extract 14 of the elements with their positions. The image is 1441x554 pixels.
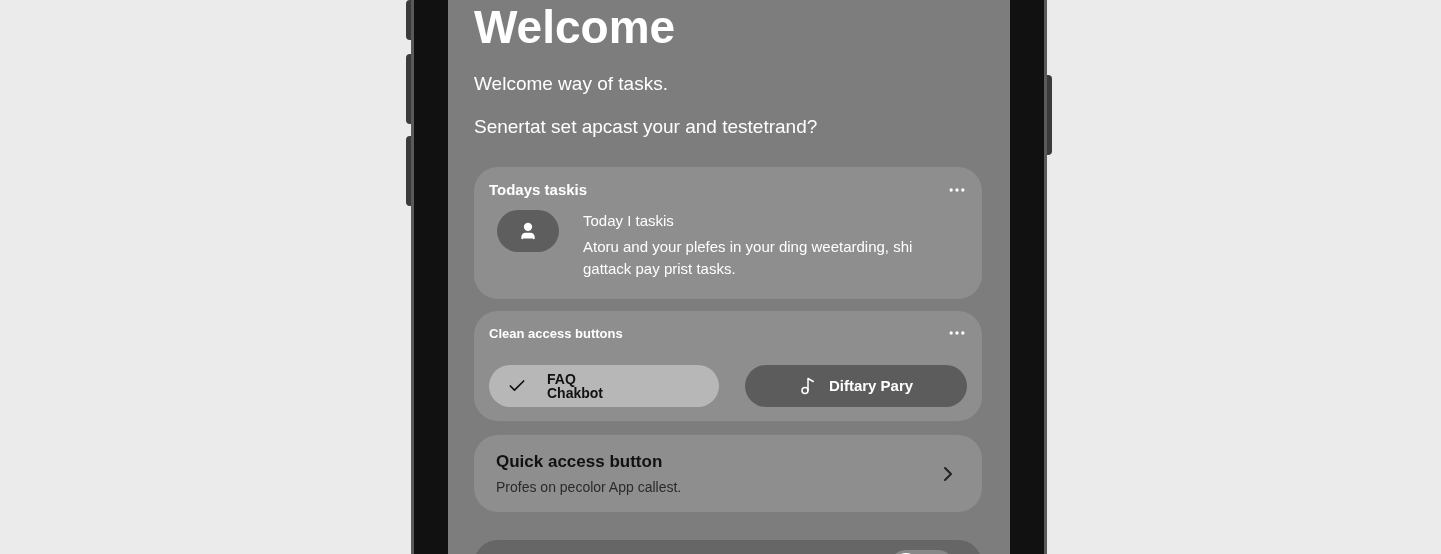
card-title: Clean access buttons (489, 324, 623, 343)
intro-text: Senertat set apcast your and testetrand? (474, 114, 818, 139)
music-icon (798, 377, 817, 396)
access-button[interactable]: FAQ Chakbot (489, 365, 719, 408)
avatar-icon (497, 209, 559, 252)
quick-title: Quick access button (496, 451, 664, 474)
card-title: Todays taskis (489, 180, 588, 200)
task-title: Today I taskis (583, 210, 675, 231)
access-button[interactable]: Diftary Pary (745, 365, 967, 408)
welcome-title: Welcome (474, 4, 676, 50)
quick-access-card[interactable]: Quick access button Profes on pecolor App callest. (474, 434, 982, 513)
quick-subtitle: Profes on pecolor App callest. (496, 477, 682, 497)
intro-text: Welcome way of tasks. (474, 72, 668, 96)
task-text: Atoru and your plefes in your ding weetarding, shi gattack pay prist tasks. (583, 237, 914, 279)
